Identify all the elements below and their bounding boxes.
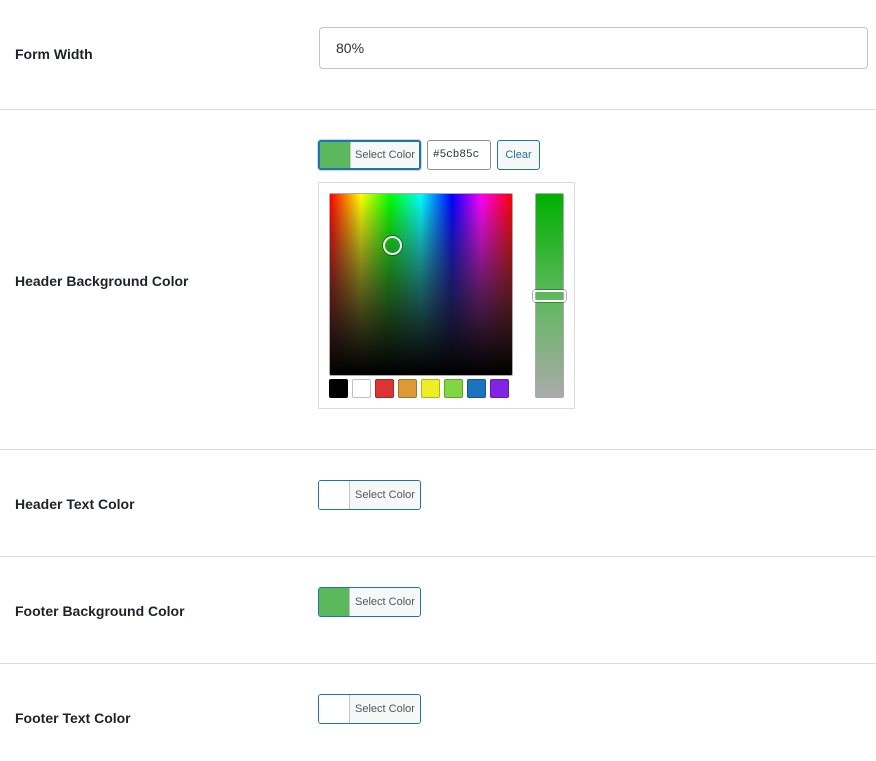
header-bg-select-color-button[interactable]: Select Color: [318, 140, 421, 170]
palette-swatch-orange[interactable]: [398, 379, 417, 398]
row-divider: [0, 109, 876, 110]
select-color-label: Select Color: [350, 695, 420, 723]
header-text-color-label: Header Text Color: [15, 496, 135, 512]
palette-swatch-white[interactable]: [352, 379, 371, 398]
palette-swatch-green[interactable]: [444, 379, 463, 398]
header-text-select-color-button[interactable]: Select Color: [318, 480, 421, 510]
form-width-label: Form Width: [15, 46, 93, 62]
color-palette: [329, 379, 509, 398]
hue-slider[interactable]: [533, 193, 566, 398]
header-bg-clear-button[interactable]: Clear: [497, 140, 540, 170]
color-picker-panel: [318, 182, 575, 409]
hue-slider-handle[interactable]: [533, 290, 566, 302]
header-bg-color-swatch: [320, 142, 351, 168]
row-divider: [0, 449, 876, 450]
header-bg-hex-input[interactable]: [427, 140, 491, 170]
footer-text-select-color-button[interactable]: Select Color: [318, 694, 421, 724]
select-color-label: Select Color: [350, 588, 420, 616]
footer-bg-color-label: Footer Background Color: [15, 603, 185, 619]
palette-swatch-black[interactable]: [329, 379, 348, 398]
footer-bg-select-color-button[interactable]: Select Color: [318, 587, 421, 617]
palette-swatch-purple[interactable]: [490, 379, 509, 398]
form-width-input[interactable]: [319, 27, 868, 69]
row-divider: [0, 663, 876, 664]
header-text-color-swatch: [319, 481, 350, 509]
footer-bg-color-swatch: [319, 588, 350, 616]
row-divider: [0, 556, 876, 557]
saturation-handle[interactable]: [383, 236, 402, 255]
palette-swatch-red[interactable]: [375, 379, 394, 398]
select-color-label: Select Color: [351, 142, 419, 168]
palette-swatch-blue[interactable]: [467, 379, 486, 398]
palette-swatch-yellow[interactable]: [421, 379, 440, 398]
saturation-square[interactable]: [329, 193, 513, 376]
header-bg-color-label: Header Background Color: [15, 273, 189, 289]
select-color-label: Select Color: [350, 481, 420, 509]
footer-text-color-swatch: [319, 695, 350, 723]
footer-text-color-label: Footer Text Color: [15, 710, 131, 726]
